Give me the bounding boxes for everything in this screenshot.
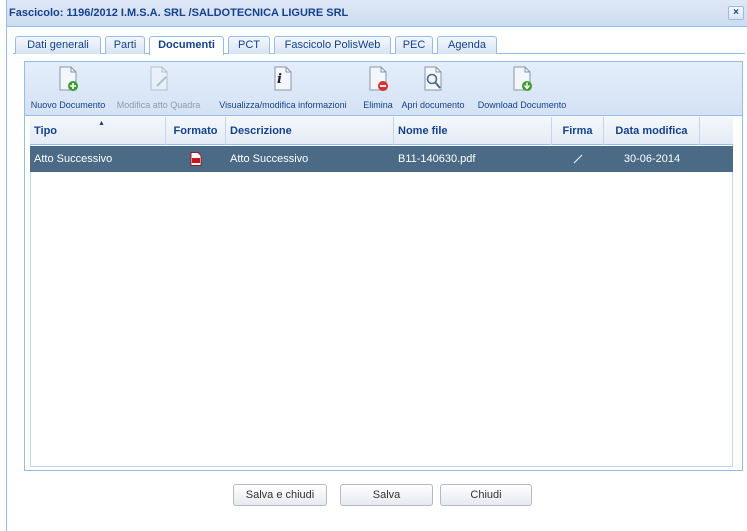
view-info-label: Visualizza/modifica informazioni bbox=[219, 100, 347, 110]
open-document-label: Apri documento bbox=[401, 100, 465, 110]
view-info-button[interactable]: i Visualizza/modifica informazioni bbox=[207, 66, 359, 114]
column-header-formato[interactable]: Formato bbox=[166, 117, 226, 145]
tab-agenda[interactable]: Agenda bbox=[437, 36, 497, 54]
edit-quadra-button[interactable]: Modifica atto Quadra bbox=[111, 66, 206, 114]
table-row[interactable]: Atto Successivo Atto Successivo B11-1406… bbox=[30, 146, 733, 172]
delete-label: Elimina bbox=[363, 100, 393, 110]
cell-firma bbox=[552, 146, 604, 172]
save-button[interactable]: Salva bbox=[340, 484, 433, 506]
new-document-button[interactable]: Nuovo Documento bbox=[27, 66, 109, 114]
cell-formato bbox=[166, 146, 226, 172]
svg-text:i: i bbox=[277, 72, 282, 87]
cell-descrizione: Atto Successivo bbox=[230, 153, 309, 165]
close-icon[interactable]: × bbox=[728, 6, 744, 20]
cell-nome-file: B11-140630.pdf bbox=[398, 153, 476, 165]
column-header-nome-file[interactable]: Nome file bbox=[394, 117, 552, 145]
window-titlebar[interactable]: Fascicolo: 1196/2012 I.M.S.A. SRL /SALDO… bbox=[7, 0, 747, 27]
edit-quadra-label: Modifica atto Quadra bbox=[116, 100, 201, 110]
open-document-icon bbox=[424, 66, 442, 91]
footer-button-bar: Salva e chiudi Salva Chiudi bbox=[7, 484, 747, 512]
download-document-button[interactable]: Download Documento bbox=[471, 66, 573, 114]
download-document-icon bbox=[513, 66, 532, 91]
pdf-icon bbox=[190, 152, 202, 167]
tab-dati-generali[interactable]: Dati generali bbox=[15, 36, 101, 54]
edit-document-icon bbox=[150, 66, 167, 91]
cell-tipo: Atto Successivo bbox=[34, 153, 113, 165]
open-document-button[interactable]: Apri documento bbox=[398, 66, 468, 114]
new-document-label: Nuovo Documento bbox=[30, 100, 106, 110]
document-window: Fascicolo: 1196/2012 I.M.S.A. SRL /SALDO… bbox=[6, 0, 747, 531]
download-document-label: Download Documento bbox=[477, 100, 567, 110]
window-title: Fascicolo: 1196/2012 I.M.S.A. SRL /SALDO… bbox=[9, 7, 349, 19]
grid-header: Tipo ▲ Formato Descrizione Nome file Fir… bbox=[30, 117, 733, 145]
column-header-spacer bbox=[700, 117, 733, 145]
tab-pct[interactable]: PCT bbox=[228, 36, 270, 54]
sort-ascending-icon: ▲ bbox=[98, 120, 105, 127]
documents-panel: Nuovo Documento Modifica atto Quadra i V… bbox=[24, 61, 743, 471]
column-header-firma[interactable]: Firma bbox=[552, 117, 604, 145]
column-header-data-modifica[interactable]: Data modifica bbox=[604, 117, 700, 145]
info-icon: i bbox=[274, 66, 292, 91]
delete-document-icon bbox=[369, 66, 388, 91]
tab-pec[interactable]: PEC bbox=[395, 36, 433, 54]
signature-icon bbox=[573, 154, 583, 164]
documents-toolbar: Nuovo Documento Modifica atto Quadra i V… bbox=[25, 62, 742, 116]
save-and-close-button[interactable]: Salva e chiudi bbox=[233, 484, 327, 506]
cell-data-modifica: 30-06-2014 bbox=[623, 153, 681, 165]
tab-fascicolo-polisweb[interactable]: Fascicolo PolisWeb bbox=[274, 36, 391, 54]
close-button[interactable]: Chiudi bbox=[440, 484, 532, 506]
new-document-icon bbox=[59, 66, 78, 91]
column-label-tipo: Tipo bbox=[34, 125, 58, 137]
tab-documenti[interactable]: Documenti bbox=[149, 36, 224, 55]
column-header-descrizione[interactable]: Descrizione bbox=[226, 117, 394, 145]
tab-strip: Dati generali Parti Documenti PCT Fascic… bbox=[13, 36, 745, 55]
column-header-tipo[interactable]: Tipo ▲ bbox=[30, 117, 166, 145]
tab-parti[interactable]: Parti bbox=[105, 36, 145, 54]
delete-button[interactable]: Elimina bbox=[360, 66, 396, 114]
